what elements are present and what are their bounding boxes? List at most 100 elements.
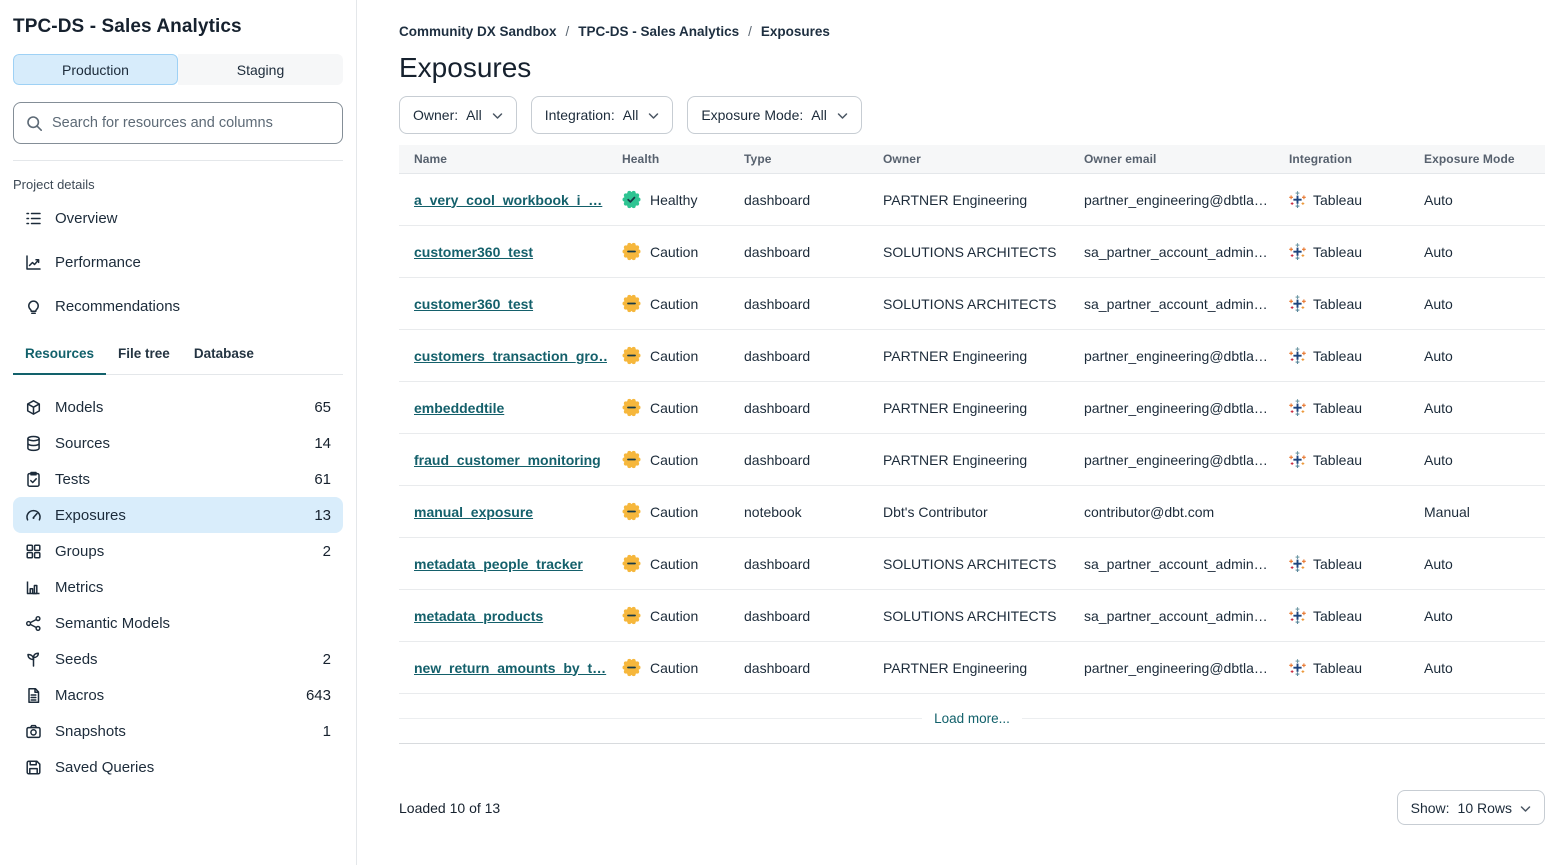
exposure-name-link[interactable]: fraud_customer_monitoring [414,452,601,468]
show-rows-select[interactable]: Show: 10 Rows [1397,790,1545,825]
cell-health: Caution [607,294,729,313]
lightbulb-icon [25,298,42,315]
cell-owner-email: contributor@dbt.com [1069,504,1274,520]
breadcrumb-item-0[interactable]: Community DX Sandbox [399,24,557,39]
cell-owner: SOLUTIONS ARCHITECTS [868,296,1069,312]
resource-label: Metrics [55,579,331,596]
table-row: customer360_testCautiondashboardSOLUTION… [399,226,1545,278]
project-details-label: Project details [13,177,343,192]
sidebar-item-semantic-models[interactable]: Semantic Models [13,605,343,641]
cell-owner: SOLUTIONS ARCHITECTS [868,244,1069,260]
resource-label: Models [55,399,301,416]
cell-type: dashboard [729,192,868,208]
breadcrumb-item-2: Exposures [761,24,830,39]
sidebar-item-seeds[interactable]: Seeds2 [13,641,343,677]
table-row: embeddedtileCautiondashboardPARTNER Engi… [399,382,1545,434]
cell-integration: Tableau [1274,295,1409,312]
cell-name: customer360_test [399,244,607,260]
show-rows-label: Show: [1411,800,1450,816]
sidebar-item-sources[interactable]: Sources14 [13,425,343,461]
sidebar-item-macros[interactable]: Macros643 [13,677,343,713]
sidebar-item-exposures[interactable]: Exposures13 [13,497,343,533]
cell-owner-email: sa_partner_account_admin… [1069,556,1274,572]
health-label: Caution [650,244,698,260]
cell-name: fraud_customer_monitoring [399,452,607,468]
camera-icon [25,723,42,740]
cell-owner: PARTNER Engineering [868,400,1069,416]
cell-owner: SOLUTIONS ARCHITECTS [868,608,1069,624]
floppy-icon [25,759,42,776]
cell-integration: Tableau [1274,555,1409,572]
integration-label: Tableau [1313,608,1362,624]
sidebar-item-recommendations[interactable]: Recommendations [13,284,343,328]
tableau-logo-icon [1289,555,1306,572]
cell-owner-email: partner_engineering@dbtla… [1069,348,1274,364]
cell-owner: PARTNER Engineering [868,452,1069,468]
sidebar-item-models[interactable]: Models65 [13,389,343,425]
env-tab-staging[interactable]: Staging [178,54,343,85]
exposure-name-link[interactable]: manual_exposure [414,504,533,520]
tab-file-tree[interactable]: File tree [106,346,182,375]
exposure-name-link[interactable]: a_very_cool_workbook_i_… [414,192,602,208]
resource-label: Semantic Models [55,615,331,632]
sidebar: TPC-DS - Sales Analytics ProductionStagi… [0,0,357,865]
cell-owner-email: sa_partner_account_admin… [1069,244,1274,260]
tab-database[interactable]: Database [182,346,266,375]
caution-minus-icon [622,502,641,521]
breadcrumb-separator: / [748,24,752,39]
table-footer: Loaded 10 of 13 Show: 10 Rows [399,790,1545,825]
search-input[interactable] [52,115,330,131]
exposure-name-link[interactable]: customer360_test [414,244,533,260]
cell-type: dashboard [729,296,868,312]
cell-integration: Tableau [1274,347,1409,364]
exposure-name-link[interactable]: embeddedtile [414,400,504,416]
tab-resources[interactable]: Resources [13,346,106,375]
tableau-logo-icon [1289,607,1306,624]
cell-exposure-mode: Auto [1409,608,1545,624]
filter-label: Exposure Mode: [701,107,803,123]
cell-health: Caution [607,658,729,677]
breadcrumb-item-1[interactable]: TPC-DS - Sales Analytics [578,24,739,39]
cell-exposure-mode: Auto [1409,660,1545,676]
filter-bar: Owner:All Integration:All Exposure Mode:Al… [399,96,1545,134]
filter-exposure-mode[interactable]: Exposure Mode:All [687,96,862,134]
tableau-logo-icon [1289,243,1306,260]
sidebar-item-groups[interactable]: Groups2 [13,533,343,569]
sidebar-item-label: Overview [55,210,118,227]
filter-owner[interactable]: Owner:All [399,96,517,134]
cell-name: embeddedtile [399,400,607,416]
app-window: TPC-DS - Sales Analytics ProductionStagi… [0,0,1559,865]
cell-exposure-mode: Manual [1409,504,1545,520]
caution-minus-icon [622,658,641,677]
gauge-icon [25,507,42,524]
sidebar-item-snapshots[interactable]: Snapshots1 [13,713,343,749]
healthy-check-icon [622,190,641,209]
table-row: customer360_test CautiondashboardSOLUTION… [399,278,1545,330]
table-row: a_very_cool_workbook_i_…Healthydashboard… [399,174,1545,226]
exposure-name-link[interactable]: customers_transaction_gro… [414,348,607,364]
cell-type: dashboard [729,400,868,416]
exposure-name-link[interactable]: customer360_test [414,296,533,312]
sidebar-item-tests[interactable]: Tests61 [13,461,343,497]
integration-label: Tableau [1313,452,1362,468]
cell-exposure-mode: Auto [1409,348,1545,364]
resource-label: Tests [55,471,301,488]
exposure-name-link[interactable]: metadata_products [414,608,543,624]
sidebar-item-performance[interactable]: Performance [13,240,343,284]
exposure-name-link[interactable]: new_return_amounts_by_t… [414,660,606,676]
filter-integration[interactable]: Integration:All [531,96,674,134]
sprout-icon [25,651,42,668]
sidebar-item-metrics[interactable]: Metrics [13,569,343,605]
exposure-name-link[interactable]: metadata_people_tracker [414,556,583,572]
load-more-link[interactable]: Load more... [922,711,1022,726]
document-icon [25,687,42,704]
resource-list: Models65Sources14Tests61Exposures13Group… [13,389,343,785]
cell-health: Caution [607,554,729,573]
sidebar-item-overview[interactable]: Overview [13,196,343,240]
grid-icon [25,543,42,560]
health-label: Caution [650,608,698,624]
breadcrumb-separator: / [566,24,570,39]
sidebar-item-saved-queries[interactable]: Saved Queries [13,749,343,785]
table-row: metadata_people_trackerCautiondashboardS… [399,538,1545,590]
env-tab-production[interactable]: Production [13,54,178,85]
